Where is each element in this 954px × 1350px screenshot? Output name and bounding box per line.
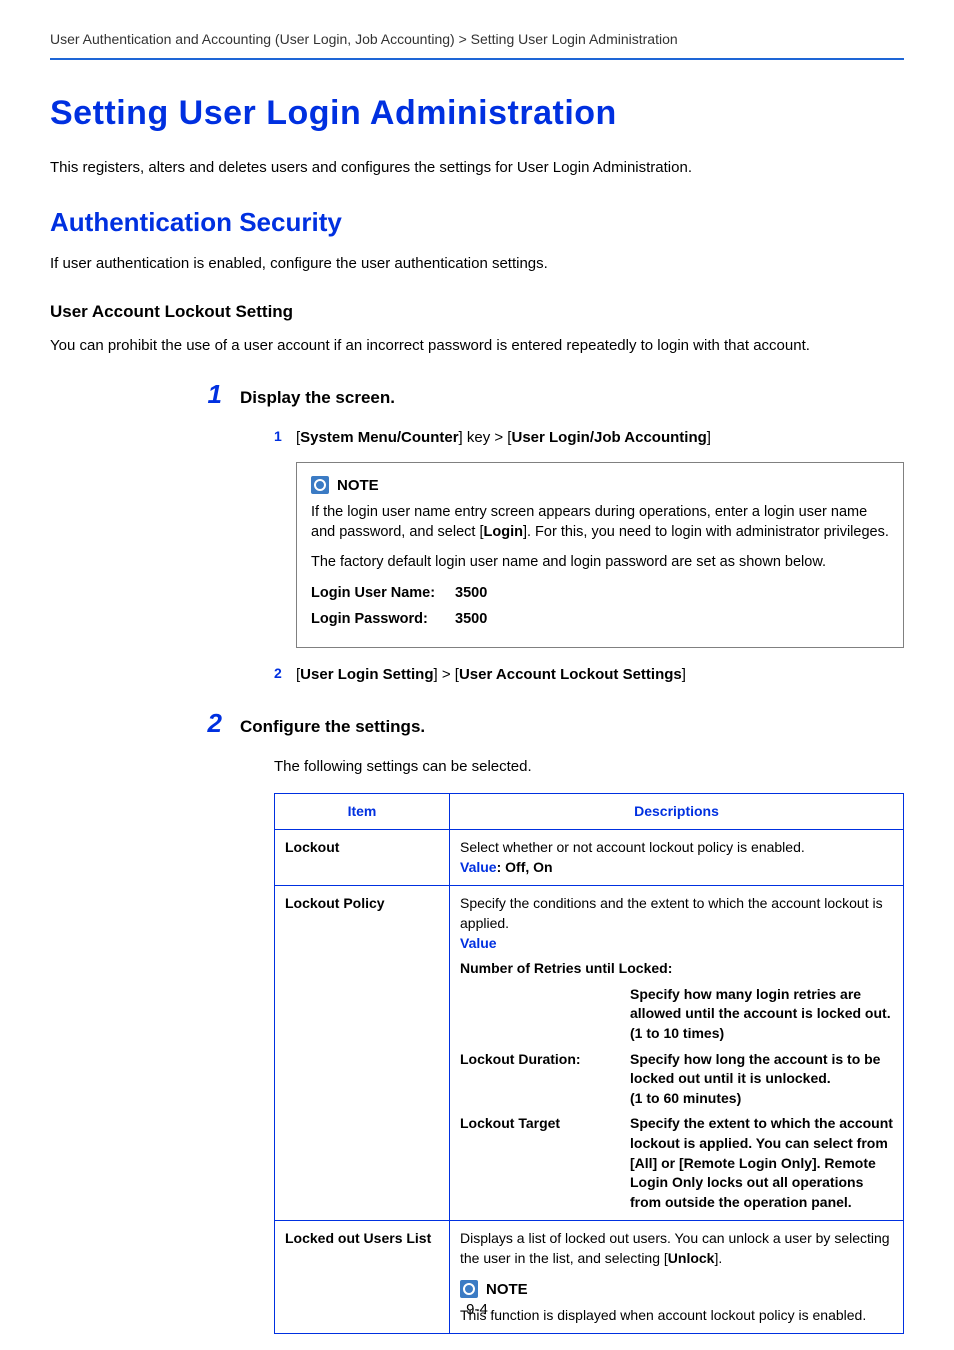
- substep-text: [System Menu/Counter] key > [User Login/…: [296, 427, 711, 448]
- step-2-title: Configure the settings.: [240, 715, 425, 739]
- th-item: Item: [275, 793, 450, 830]
- settings-table: Item Descriptions Lockout Select whether…: [274, 793, 904, 1334]
- login-password-row: Login Password: 3500: [311, 609, 889, 629]
- table-row: Lockout Select whether or not account lo…: [275, 830, 904, 886]
- page-number: 9-4: [0, 1299, 954, 1320]
- substep-1-1: 1 [System Menu/Counter] key > [User Logi…: [274, 427, 904, 448]
- substep-1-2: 2 [User Login Setting] > [User Account L…: [274, 664, 904, 685]
- note-icon: [460, 1280, 478, 1298]
- note-p2: The factory default login user name and …: [311, 552, 889, 572]
- table-row: Lockout Policy Specify the conditions an…: [275, 886, 904, 1221]
- step-1-title: Display the screen.: [240, 386, 395, 410]
- note-label: NOTE: [486, 1279, 528, 1300]
- cell-item: Lockout: [275, 830, 450, 886]
- note-icon: [311, 476, 329, 494]
- lockout-intro: You can prohibit the use of a user accou…: [50, 335, 904, 356]
- subsection-lockout: User Account Lockout Setting: [50, 300, 904, 324]
- login-username-row: Login User Name: 3500: [311, 583, 889, 603]
- step-number-icon: 2: [190, 705, 240, 741]
- substep-number: 2: [274, 664, 296, 685]
- step-2: 2 Configure the settings.: [50, 705, 904, 741]
- cell-desc: Specify the conditions and the extent to…: [450, 886, 904, 1221]
- substep-number: 1: [274, 427, 296, 448]
- divider: [50, 58, 904, 60]
- note-box: NOTE If the login user name entry screen…: [296, 462, 904, 648]
- step-number-icon: 1: [190, 376, 240, 412]
- intro-text: This registers, alters and deletes users…: [50, 157, 904, 178]
- page-title: Setting User Login Administration: [50, 90, 904, 138]
- note-label: NOTE: [337, 475, 379, 496]
- step-1: 1 Display the screen.: [50, 376, 904, 412]
- auth-intro: If user authentication is enabled, confi…: [50, 253, 904, 274]
- section-auth-security: Authentication Security: [50, 204, 904, 240]
- step-2-intro: The following settings can be selected.: [274, 756, 904, 777]
- breadcrumb: User Authentication and Accounting (User…: [50, 30, 904, 58]
- note-p1: If the login user name entry screen appe…: [311, 502, 889, 543]
- cell-item: Lockout Policy: [275, 886, 450, 1221]
- substep-text: [User Login Setting] > [User Account Loc…: [296, 664, 686, 685]
- cell-desc: Select whether or not account lockout po…: [450, 830, 904, 886]
- th-desc: Descriptions: [450, 793, 904, 830]
